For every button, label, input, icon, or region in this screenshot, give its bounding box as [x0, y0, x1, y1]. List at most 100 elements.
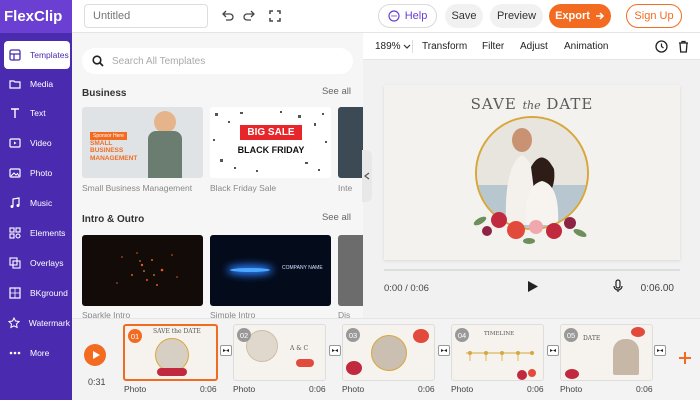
clip-type-label: Photo	[233, 384, 256, 394]
sidebar-item-templates[interactable]: Templates	[4, 41, 70, 69]
template-caption: Dis	[338, 310, 351, 318]
transition-icon[interactable]: ▸◂	[329, 345, 341, 356]
sidebar-item-more[interactable]: More	[4, 339, 70, 367]
sidebar-item-media[interactable]: Media	[4, 70, 70, 98]
timeline-clip-2[interactable]: A & C 02	[233, 324, 326, 381]
app-logo[interactable]: FlexClip	[0, 0, 72, 33]
sidebar-item-photo[interactable]: Photo	[4, 159, 70, 187]
transition-icon[interactable]: ▸◂	[438, 345, 450, 356]
template-card-small-business[interactable]: Sponsor Here SMALL BUSINESS MANAGEMENT	[82, 107, 203, 178]
sidebar-item-overlays[interactable]: Overlays	[4, 249, 70, 277]
template-search-input[interactable]: Search All Templates	[82, 48, 353, 74]
sidebar-item-label: Video	[30, 138, 52, 148]
template-caption: Sparkle Intro	[82, 310, 131, 318]
editor-area: 189% Transform Filter Adjust Animation S…	[363, 33, 700, 318]
logo-text: FlexClip	[4, 8, 63, 25]
sidebar-item-text[interactable]: Text	[4, 99, 70, 127]
clip-duration-label: 0:06	[418, 384, 435, 394]
clip-duration: 0:06.00	[640, 283, 674, 294]
template-card-partial[interactable]	[338, 107, 363, 178]
templates-panel: Search All Templates Business See all Sp…	[72, 33, 363, 318]
sidebar-item-label: Watermark	[28, 318, 70, 328]
transition-icon[interactable]: ▸◂	[654, 345, 666, 356]
playback-progress-track[interactable]	[384, 269, 680, 271]
trash-icon[interactable]	[678, 40, 689, 53]
save-button[interactable]: Save	[445, 4, 483, 28]
clip-number: 05	[564, 328, 578, 342]
clip-number: 03	[346, 328, 360, 342]
thumb-heading: COMPANY NAME	[282, 265, 323, 271]
collapse-panel-toggle[interactable]	[362, 150, 372, 202]
template-card-black-friday[interactable]: BIG SALE BLACK FRIDAY	[210, 107, 331, 178]
add-clip-button[interactable]	[678, 351, 692, 365]
sidebar-item-video[interactable]: Video	[4, 129, 70, 157]
redo-icon[interactable]	[240, 7, 258, 25]
sidebar-item-music[interactable]: Music	[4, 189, 70, 217]
timeline: 0:31 SAVE the DATE 01 Photo 0:06 ▸◂ A & …	[72, 318, 700, 400]
fullscreen-icon[interactable]	[266, 7, 284, 25]
plus-icon	[678, 351, 692, 365]
preview-button[interactable]: Preview	[490, 4, 543, 28]
person-body-shape	[148, 131, 182, 178]
sidebar-item-background[interactable]: BKground	[4, 279, 70, 307]
microphone-icon[interactable]	[613, 279, 623, 293]
timeline-clip-5[interactable]: DATE 05	[560, 324, 653, 381]
project-title-input[interactable]	[84, 4, 208, 28]
section-title-business: Business	[82, 88, 127, 99]
export-button[interactable]: Export	[549, 4, 611, 28]
clip-photo-circle	[371, 335, 407, 371]
undo-icon[interactable]	[218, 7, 236, 25]
transform-button[interactable]: Transform	[422, 41, 467, 52]
template-card-sparkle-intro[interactable]	[82, 235, 203, 306]
clip-title: A & C	[290, 345, 309, 352]
timeline-clip-3[interactable]: 03	[342, 324, 435, 381]
editor-toolbar: 189% Transform Filter Adjust Animation	[363, 33, 700, 60]
timeline-clip-4[interactable]: TIMELINE 04	[451, 324, 544, 381]
see-all-business-link[interactable]: See all	[322, 86, 351, 97]
timeline-clip-1[interactable]: SAVE the DATE 01	[123, 324, 218, 381]
thumb-sale-banner: BIG SALE	[240, 125, 302, 140]
zoom-select[interactable]: 189%	[375, 41, 411, 52]
top-bar: FlexClip Help Save Preview Export Sign U…	[0, 0, 700, 33]
clip-duration-label: 0:06	[527, 384, 544, 394]
transition-icon[interactable]: ▸◂	[220, 345, 232, 356]
template-card-partial[interactable]	[338, 235, 363, 306]
clip-florals	[346, 361, 362, 375]
video-icon	[8, 136, 22, 150]
sidebar-item-label: Media	[30, 79, 54, 89]
play-icon[interactable]	[527, 280, 539, 293]
thumb-heading: BLACK FRIDAY	[237, 145, 305, 155]
text-icon	[8, 106, 22, 120]
sidebar-item-elements[interactable]: Elements	[4, 219, 70, 247]
template-card-simple-intro[interactable]: COMPANY NAME	[210, 235, 331, 306]
sidebar-item-label: BKground	[30, 288, 68, 298]
sparkle-particles	[116, 252, 178, 286]
clip-duration-label: 0:06	[309, 384, 326, 394]
template-caption: Small Business Management	[82, 183, 193, 193]
media-icon	[8, 77, 22, 91]
section-title-intro-outro: Intro & Outro	[82, 214, 145, 225]
video-canvas[interactable]: SAVE the DATE	[384, 85, 680, 260]
clip-number: 02	[237, 328, 251, 342]
clip-florals	[157, 368, 187, 376]
sidebar-item-watermark[interactable]: Watermark	[4, 309, 70, 337]
help-button[interactable]: Help	[378, 4, 437, 28]
signup-button[interactable]: Sign Up	[626, 4, 682, 28]
template-caption: Simple Intro	[210, 310, 256, 318]
clip-type-label: Photo	[451, 384, 474, 394]
light-flare-shape	[230, 268, 270, 272]
overlays-icon	[8, 256, 22, 270]
animation-button[interactable]: Animation	[564, 41, 608, 52]
timeline-play-button[interactable]	[84, 344, 106, 366]
adjust-button[interactable]: Adjust	[520, 41, 548, 52]
more-icon	[8, 346, 22, 360]
watermark-icon	[8, 316, 21, 330]
clock-icon[interactable]	[655, 40, 668, 53]
clip-duration-label: 0:06	[636, 384, 653, 394]
see-all-intro-link[interactable]: See all	[322, 212, 351, 223]
filter-button[interactable]: Filter	[482, 41, 504, 52]
transition-icon[interactable]: ▸◂	[547, 345, 559, 356]
background-icon	[8, 286, 22, 300]
clip-title: SAVE the DATE	[153, 328, 201, 335]
thumb-badge: Sponsor Here	[90, 132, 127, 140]
